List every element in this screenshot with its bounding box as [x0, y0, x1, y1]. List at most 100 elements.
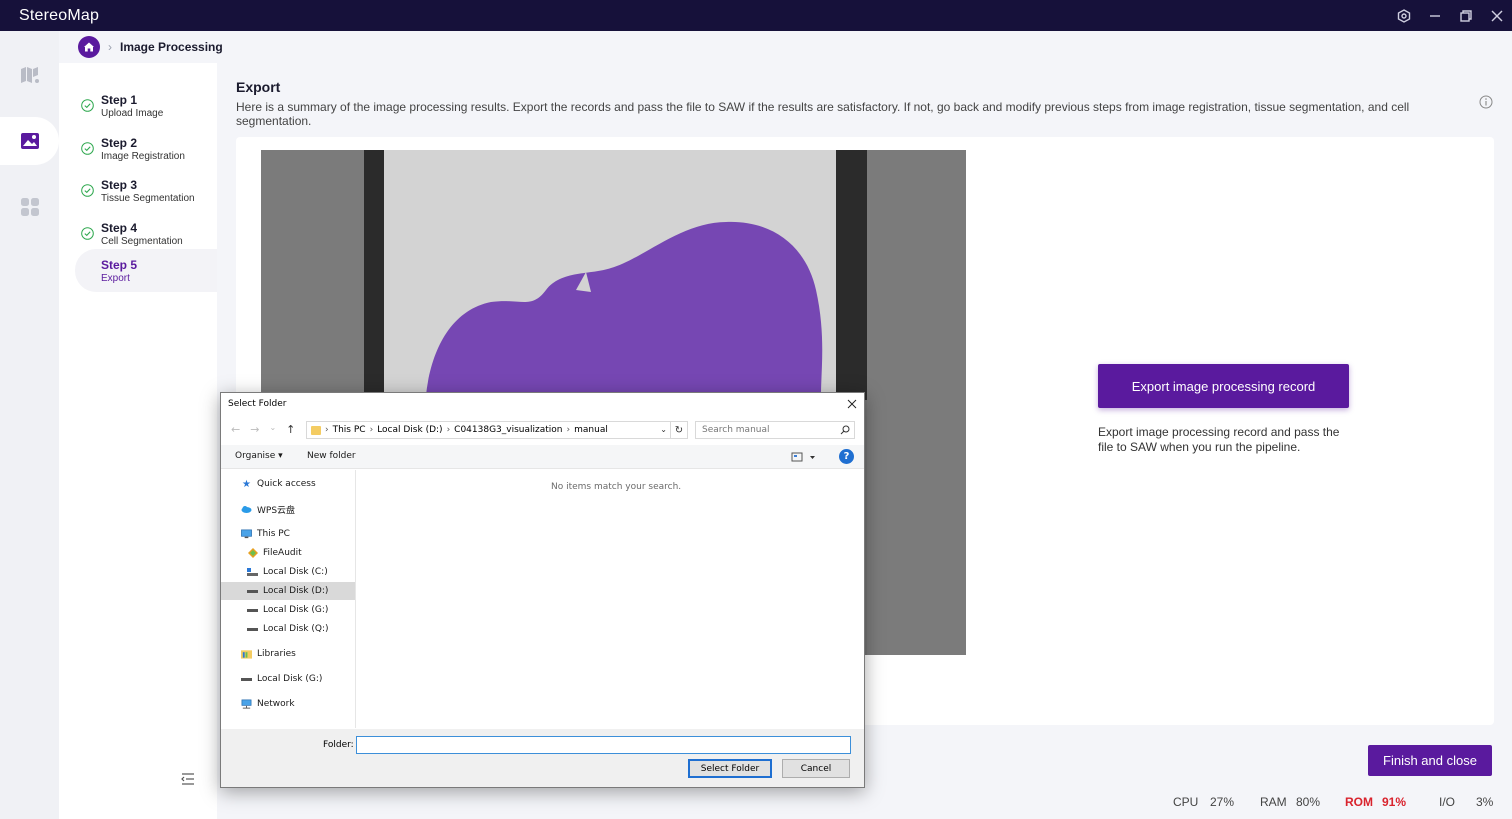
history-dropdown-icon[interactable]: ⌄ — [269, 423, 276, 436]
folder-icon — [311, 425, 321, 435]
rail-map-button[interactable] — [0, 51, 59, 99]
search-placeholder: Search manual — [702, 425, 770, 435]
step-subtitle: Tissue Segmentation — [101, 193, 195, 204]
back-arrow-icon[interactable]: ← — [231, 423, 240, 436]
step-item-3[interactable]: Step 3 Tissue Segmentation — [75, 170, 217, 213]
path-segment[interactable]: C04138G3_visualization — [454, 425, 562, 435]
step-title: Step 1 — [101, 93, 138, 107]
breadcrumb-separator: › — [108, 40, 112, 54]
drive-icon — [247, 586, 258, 596]
close-window-button[interactable] — [1481, 0, 1512, 31]
step-item-2[interactable]: Step 2 Image Registration — [75, 128, 217, 171]
path-segment[interactable]: This PC — [333, 425, 366, 435]
step-subtitle: Export — [101, 273, 130, 284]
image-processing-icon — [20, 133, 39, 149]
nav-item-network[interactable]: Network — [221, 695, 355, 713]
nav-item-local-disk-d[interactable]: Local Disk (D:) — [221, 582, 355, 600]
drive-icon — [241, 674, 252, 684]
nav-item-wps-cloud[interactable]: WPS云盘 — [221, 500, 355, 518]
ram-label: RAM — [1260, 795, 1287, 809]
step-title: Step 5 — [101, 258, 138, 272]
forward-arrow-icon[interactable]: → — [250, 423, 259, 436]
cloud-icon — [241, 504, 252, 514]
breadcrumb: › Image Processing — [78, 36, 223, 58]
organise-menu[interactable]: Organise ▾ — [235, 451, 283, 461]
restore-button[interactable] — [1450, 0, 1481, 31]
export-record-button[interactable]: Export image processing record — [1098, 364, 1349, 408]
io-value: 3% — [1476, 795, 1494, 809]
help-icon[interactable]: ? — [839, 449, 854, 464]
dialog-close-icon[interactable] — [846, 398, 858, 410]
navigation-pane: ★ Quick access WPS云盘 This PC FileAudit L… — [221, 470, 356, 728]
step-item-1[interactable]: Step 1 Upload Image — [75, 85, 217, 128]
step-item-5[interactable]: Step 5 Export — [75, 249, 217, 292]
rail-image-processing-button[interactable] — [0, 117, 59, 165]
navigation-arrows: ← → ⌄ ↑ — [231, 423, 295, 436]
section-title: Export — [236, 79, 281, 95]
select-folder-dialog: Select Folder ← → ⌄ ↑ › This PC › Local … — [220, 392, 865, 788]
folder-name-input[interactable] — [356, 736, 851, 754]
rom-label: ROM — [1345, 795, 1373, 809]
minimize-button[interactable] — [1419, 0, 1450, 31]
computer-icon — [241, 529, 252, 539]
view-options-icon[interactable] — [791, 451, 817, 463]
empty-results-message: No items match your search. — [551, 482, 682, 492]
address-bar[interactable]: › This PC › Local Disk (D:) › C04138G3_v… — [306, 421, 688, 439]
drive-icon — [247, 624, 258, 634]
nav-item-libraries[interactable]: Libraries — [221, 645, 355, 663]
nav-item-local-disk-g[interactable]: Local Disk (G:) — [221, 601, 355, 619]
check-circle-icon — [81, 99, 94, 112]
nav-item-this-pc[interactable]: This PC — [221, 525, 355, 543]
path-segment[interactable]: manual — [574, 425, 608, 435]
export-description: Export image processing record and pass … — [1098, 425, 1340, 454]
star-icon: ★ — [242, 478, 251, 490]
app-title: StereoMap — [19, 6, 100, 24]
nav-item-fileaudit[interactable]: FileAudit — [221, 544, 355, 562]
nav-item-local-disk-c[interactable]: Local Disk (C:) — [221, 563, 355, 581]
check-circle-icon — [81, 184, 94, 197]
step-title: Step 2 — [101, 136, 138, 150]
io-label: I/O — [1439, 795, 1456, 809]
up-arrow-icon[interactable]: ↑ — [286, 423, 295, 436]
ram-value: 80% — [1296, 795, 1321, 809]
map-icon — [20, 67, 39, 83]
finish-and-close-button[interactable]: Finish and close — [1368, 745, 1492, 776]
step-subtitle: Cell Segmentation — [101, 236, 183, 247]
app-rail — [0, 31, 59, 819]
folder-label: Folder: — [323, 740, 354, 750]
nav-item-local-disk-q[interactable]: Local Disk (Q:) — [221, 620, 355, 638]
search-icon — [840, 425, 850, 435]
settings-button[interactable] — [1388, 0, 1419, 31]
window-controls — [1388, 0, 1512, 31]
system-drive-icon — [247, 567, 258, 577]
cpu-label: CPU — [1173, 795, 1199, 809]
dialog-toolbar: Organise ▾ New folder ? — [221, 445, 864, 469]
dialog-title: Select Folder — [228, 399, 287, 409]
minimize-icon — [1429, 14, 1440, 17]
close-icon — [1491, 10, 1502, 21]
collapse-menu-icon[interactable] — [180, 771, 196, 787]
refresh-icon[interactable]: ↻ — [670, 421, 688, 439]
new-folder-button[interactable]: New folder — [307, 451, 356, 461]
address-dropdown-icon[interactable]: ⌄ — [660, 425, 667, 434]
step-subtitle: Image Registration — [101, 151, 185, 162]
network-icon — [241, 699, 252, 709]
cpu-value: 27% — [1210, 795, 1235, 809]
check-circle-icon — [81, 227, 94, 240]
step-list: Step 1 Upload Image Step 2 Image Registr… — [59, 63, 217, 819]
library-icon — [241, 649, 252, 659]
hexagon-settings-icon — [1397, 8, 1410, 23]
grid-apps-icon — [20, 198, 39, 216]
rail-apps-button[interactable] — [0, 183, 59, 231]
home-icon[interactable] — [78, 36, 100, 58]
select-folder-button[interactable]: Select Folder — [688, 759, 772, 778]
search-input[interactable]: Search manual — [695, 421, 855, 439]
path-segment[interactable]: Local Disk (D:) — [377, 425, 442, 435]
cancel-button[interactable]: Cancel — [782, 759, 850, 778]
restore-icon — [1459, 9, 1472, 22]
dialog-footer: Folder: Select Folder Cancel — [221, 729, 864, 787]
nav-item-quick-access[interactable]: ★ Quick access — [221, 475, 355, 493]
nav-item-local-disk-g-2[interactable]: Local Disk (G:) — [221, 670, 355, 688]
info-icon[interactable] — [1479, 95, 1493, 109]
breadcrumb-current: Image Processing — [120, 40, 223, 54]
